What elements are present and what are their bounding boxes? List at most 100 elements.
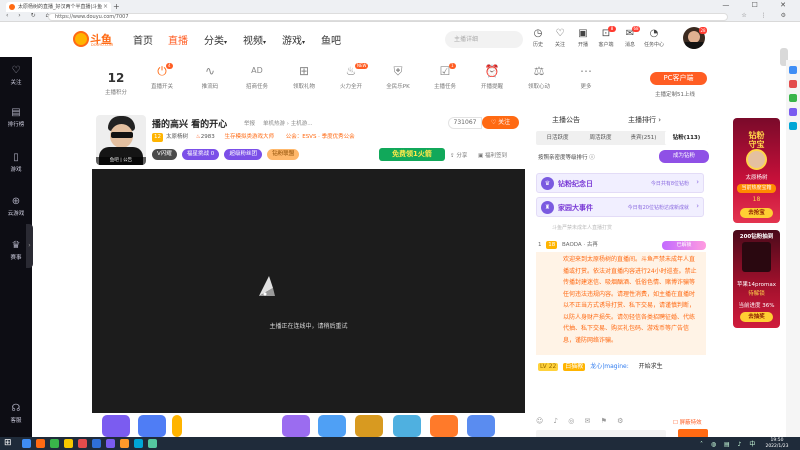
taskbar-app-icon[interactable] [36, 439, 45, 448]
tool-pk[interactable]: ⛨ 全民乐PK [378, 63, 418, 90]
tool-gifts[interactable]: ⊞ 领取礼物 [284, 63, 324, 90]
header-messages[interactable]: ✉ 消息 68 [619, 26, 641, 48]
sidebar-item-cloud-games[interactable]: ⊕ 云游戏 [0, 196, 32, 217]
taskbar-app-icon[interactable] [92, 439, 101, 448]
gift-item[interactable] [393, 415, 421, 437]
sidebar-item-games[interactable]: ▯ 游戏 [0, 152, 32, 173]
diamond-anniversary-card[interactable]: ♛ 钻粉纪念日 今日共有8位钻粉 › [536, 173, 704, 193]
edge-outlook-icon[interactable] [789, 122, 797, 130]
browser-tools[interactable]: ☆ ⋮ ⚙ [741, 12, 792, 19]
windows-start-icon[interactable]: ⊞ [4, 439, 13, 448]
tab-weekly-activity[interactable]: 周活跃度 [579, 131, 622, 145]
sidebar-collapse-handle[interactable]: › [26, 224, 33, 268]
gift-item[interactable] [430, 415, 458, 437]
report-link[interactable]: 举报 [244, 119, 255, 127]
taskbar-app-icon[interactable] [148, 439, 157, 448]
tool-live-switch[interactable]: ⏻ 直播开关 4 [142, 63, 182, 90]
tab-vip[interactable]: 贵宾(251) [622, 131, 665, 145]
edge-tools-icon[interactable] [789, 80, 797, 88]
streamer-name[interactable]: 太原杨树 [166, 134, 188, 140]
edge-search-icon[interactable] [789, 66, 797, 74]
anchor-rank-link[interactable]: 主播排行 › [628, 115, 661, 125]
video-player[interactable]: 主播正在连线中，请稍后重试 [92, 169, 525, 413]
address-bar[interactable]: https://www.douyu.com/7007 [48, 13, 728, 21]
nav-video[interactable]: 视频▾ [243, 32, 266, 47]
tool-ad-tasks[interactable]: AD 招商任务 [237, 63, 277, 90]
header-follow[interactable]: ♡ 关注 [549, 28, 571, 48]
share-button[interactable]: ⇪ 分享 [450, 151, 467, 159]
header-client[interactable]: ⊡ 客户端 8 [595, 26, 617, 48]
header-history[interactable]: ◷ 历史 [527, 28, 549, 48]
follow-button[interactable]: ♡ 关注 [482, 116, 519, 129]
chat-user-name[interactable]: 龙心|magine: [590, 363, 629, 370]
tool-fire-power[interactable]: ♨ 火力全开 NEW [331, 63, 371, 90]
lottery-banner[interactable]: 200钻粉抽到 苹果14promax 待解锁 当前进度 36% 去抽奖 [733, 230, 780, 328]
gift-item[interactable] [355, 415, 383, 437]
avatar-caption[interactable]: 鱼吧 | 公告 [96, 157, 146, 165]
douyu-logo[interactable]: 斗鱼 DOUYU.COM [73, 31, 118, 49]
free-rocket-button[interactable]: 免费领1火箭 [379, 148, 445, 161]
chat-tool-icons[interactable]: ☺ ♪ ◎ ✉ ⚑ ⚙ [536, 417, 627, 425]
streamer-avatar[interactable]: 鱼吧 | 公告 [96, 115, 146, 165]
room-category[interactable]: 单机热游 › 主机游... [263, 119, 312, 127]
browser-tab[interactable]: 太原杨树的直播_好汉两个半直播|斗鱼 × [6, 2, 111, 12]
lucky-challenge-pill[interactable]: 福星挑战 0 [182, 149, 220, 160]
taskbar-app-icon[interactable] [50, 439, 59, 448]
nav-game[interactable]: 游戏▾ [282, 32, 305, 47]
vip-shine-pill[interactable]: V闪耀 [152, 149, 177, 160]
gift-item[interactable] [102, 415, 130, 437]
banner-grab-button[interactable]: 去抢宝 [740, 208, 773, 218]
chat-user-name[interactable]: BAODA · 古再 [562, 242, 598, 248]
nav-live[interactable]: 直播 [168, 32, 188, 47]
guild-badge[interactable]: 公会：ESVS · 季度优秀公会 [286, 134, 355, 140]
tab-daily-activity[interactable]: 日活跃度 [536, 131, 579, 145]
sidebar-item-follow[interactable]: ♡ 关注 [0, 65, 32, 86]
header-broadcast[interactable]: ▣ 开播 [572, 28, 594, 48]
home-events-card[interactable]: ♜ 家园大事件 今日有20位钻粉达成新成就 › [536, 197, 704, 217]
edge-office-icon[interactable] [789, 94, 797, 102]
pc-client-button[interactable]: PC客户端 [650, 72, 707, 85]
gift-item[interactable] [282, 415, 310, 437]
gift-item[interactable] [467, 415, 495, 437]
tool-live-reminder[interactable]: ⏰ 开播提醒 [472, 63, 512, 90]
gift-item[interactable] [318, 415, 346, 437]
taskbar-app-icon[interactable] [134, 439, 143, 448]
super-fans-pill[interactable]: 超级粉丝团 [224, 149, 262, 160]
taskbar-app-icon[interactable] [106, 439, 115, 448]
taskbar-app-icon[interactable] [22, 439, 31, 448]
window-controls[interactable]: — ☐ ✕ [722, 1, 796, 9]
taskbar-app-icon[interactable] [120, 439, 129, 448]
taskbar-app-icon[interactable] [64, 439, 73, 448]
become-diamond-fan-button[interactable]: 成为钻粉 [659, 150, 709, 163]
welfare-checkin-button[interactable]: ▣ 福利签到 [478, 151, 507, 159]
tool-heartbeat[interactable]: ⚖ 领取心动 [519, 63, 559, 90]
anchor-notice-tab[interactable]: 主播公告 [552, 115, 580, 125]
prize-status: 待解锁 [748, 291, 765, 297]
nav-home[interactable]: 首页 [133, 32, 153, 47]
tool-more[interactable]: ⋯ 更多 [566, 63, 606, 90]
browser-nav-buttons[interactable]: ‹ › ↻ ⌂ [6, 12, 53, 19]
nav-yuba[interactable]: 鱼吧 [321, 32, 341, 47]
header-task-center[interactable]: ◔ 任务中心 [643, 28, 665, 48]
system-tray[interactable]: ˄ ◍ ▤ ♪ 中 [700, 439, 758, 448]
tab-diamond-fans[interactable]: 钻粉(113) [665, 131, 708, 145]
block-effects-toggle[interactable]: ☐ 屏蔽特效 [673, 418, 702, 426]
anchor-score[interactable]: 12 主播积分 [96, 72, 136, 97]
gift-item[interactable] [172, 415, 182, 437]
sidebar-item-support[interactable]: ☊ 客服 [0, 403, 32, 424]
diamond-alliance-pill[interactable]: 钻粉联盟 [267, 149, 300, 160]
nav-category[interactable]: 分类▾ [204, 32, 227, 47]
banner-draw-button[interactable]: 去抽奖 [740, 312, 773, 322]
tool-anchor-tasks[interactable]: ☑ 主播任务 1 [425, 63, 465, 90]
edge-games-icon[interactable] [789, 108, 797, 116]
new-tab-button[interactable]: + [113, 2, 120, 12]
diamond-treasure-banner[interactable]: 钻粉 守宝 太原杨树 当前热度宝箱 18 去抢宝 [733, 118, 780, 223]
sidebar-item-ranking[interactable]: ▤ 排行榜 [0, 107, 32, 128]
achievement-badge[interactable]: 生存模拟类游戏大师 [224, 134, 274, 140]
taskbar-app-icon[interactable] [78, 439, 87, 448]
search-input[interactable]: 主播详细 [445, 31, 523, 48]
tab-close-icon[interactable]: × [103, 2, 108, 12]
gift-item[interactable] [138, 415, 166, 437]
tool-stream-key[interactable]: ∿ 推流码 [190, 63, 230, 90]
taskbar-clock[interactable]: 19:50 2022/1/23 [760, 438, 794, 449]
